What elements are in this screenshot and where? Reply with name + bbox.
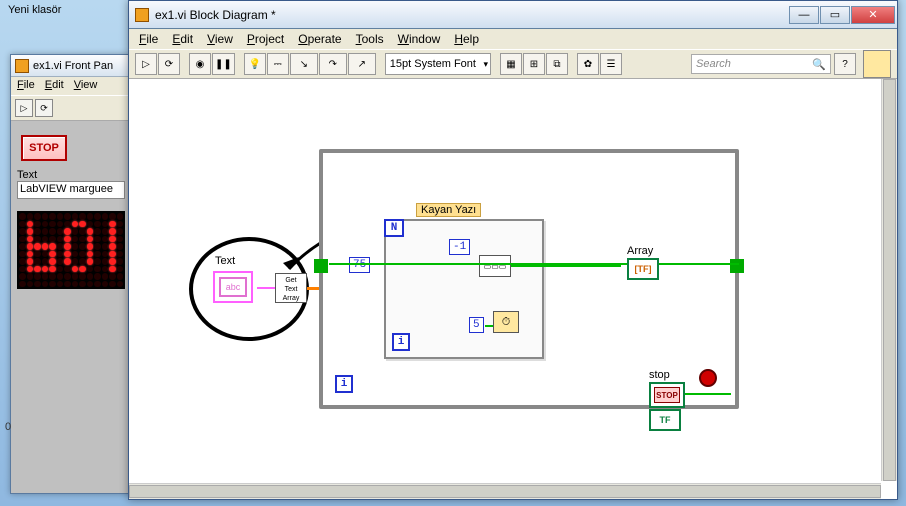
wire [685,393,731,395]
bd-menu-tools[interactable]: Tools [356,32,384,46]
step-out-button[interactable]: ↗ [348,53,376,75]
align-button[interactable]: ▦ [500,53,522,75]
fp-title: ex1.vi Front Pan [33,60,113,72]
cleanup-button[interactable]: ✿ [577,53,599,75]
run-button[interactable]: ▷ [135,53,157,75]
abort-button[interactable]: ◉ [189,53,211,75]
fp-axis-tick: 0 [5,421,11,433]
fp-body: STOP Text LabVIEW marguee [11,121,129,493]
for-N-terminal[interactable]: N [384,219,404,237]
array-indicator-label: Array [627,245,659,257]
highlight-exec-button[interactable]: 💡 [244,53,266,75]
string-terminal: abc [219,277,247,297]
fp-toolbar: ▷ ⟳ [11,95,129,121]
constant-5[interactable]: 5 [469,317,484,333]
minimize-button[interactable]: — [789,6,819,24]
wait-ms-function[interactable]: ⏱ [493,311,519,333]
for-iteration-terminal[interactable]: i [392,333,410,351]
retain-wire-button[interactable]: ⎓ [267,53,289,75]
while-iteration-terminal[interactable]: i [335,375,353,393]
bd-title: ex1.vi Block Diagram * [155,8,276,22]
vertical-scrollbar[interactable] [881,79,897,481]
pause-button[interactable]: ❚❚ [212,53,235,75]
bd-menubar: File Edit View Project Operate Tools Win… [129,29,897,49]
constant-neg1[interactable]: -1 [449,239,470,255]
stop-control[interactable]: stop STOP TF [649,369,685,431]
run-cont-button[interactable]: ⟳ [35,99,53,117]
reorder2-button[interactable]: ☰ [600,53,622,75]
loop-tunnel-left[interactable] [314,259,328,273]
get-text-array-subvi[interactable]: Get Text Array [275,273,307,303]
bd-toolbar: ▷ ⟳ ◉ ❚❚ 💡 ⎓ ↘ ↷ ↗ 15pt System Font ▦ ⊞ … [129,49,897,79]
bd-menu-view[interactable]: View [207,32,233,46]
bd-menu-file[interactable]: File [139,32,158,46]
stop-terminal-type: TF [649,409,681,431]
constant-75[interactable]: 75 [349,257,370,273]
fp-text-input[interactable]: LabVIEW marguee [17,181,125,199]
wire [369,263,383,265]
block-diagram-window: ex1.vi Block Diagram * — ▭ ✕ File Edit V… [128,0,898,500]
array-indicator[interactable]: Array [TF] [627,245,659,280]
bd-menu-edit[interactable]: Edit [172,32,193,46]
bd-titlebar[interactable]: ex1.vi Block Diagram * — ▭ ✕ [129,1,897,29]
bd-canvas[interactable]: insert while loop Text abc Get Text Arra… [129,79,897,481]
stop-button-graphic: STOP [654,387,680,403]
step-over-button[interactable]: ↷ [319,53,347,75]
vi-connector-icon[interactable] [863,50,891,78]
rotate-array-function[interactable]: ▭▭▭ [479,255,511,277]
fp-titlebar[interactable]: ex1.vi Front Pan [11,55,129,77]
run-cont-button[interactable]: ⟳ [158,53,180,75]
scrollbar-thumb[interactable] [129,485,881,498]
wire [485,325,493,327]
run-button[interactable]: ▷ [15,99,33,117]
wire [511,265,621,267]
stop-control-label: stop [649,369,685,381]
bd-menu-project[interactable]: Project [247,32,284,46]
help-button[interactable]: ? [834,53,856,75]
close-button[interactable]: ✕ [851,6,895,24]
scrollbar-thumb[interactable] [883,79,896,481]
labview-vi-icon [15,59,29,73]
loop-tunnel-right[interactable] [730,259,744,273]
while-stop-terminal[interactable] [699,369,717,387]
for-loop-label: Kayan Yazı [416,203,481,217]
distribute-button[interactable]: ⊞ [523,53,545,75]
fp-menu-file[interactable]: File [17,79,35,93]
text-control-terminal[interactable]: abc [213,271,253,303]
fp-menubar: File Edit View [11,77,129,95]
font-selector[interactable]: 15pt System Font [385,53,491,75]
maximize-button[interactable]: ▭ [820,6,850,24]
array-indicator-terminal: [TF] [627,258,659,280]
bd-menu-window[interactable]: Window [398,32,441,46]
reorder-button[interactable]: ⧉ [546,53,568,75]
front-panel-window: ex1.vi Front Pan File Edit View ▷ ⟳ STOP… [10,54,130,494]
fp-menu-view[interactable]: View [74,79,98,93]
search-icon: 🔍 [812,58,826,71]
search-placeholder: Search [696,58,731,70]
bd-menu-operate[interactable]: Operate [298,32,341,46]
step-into-button[interactable]: ↘ [290,53,318,75]
desktop-folder-label: Yeni klasör [8,4,61,16]
text-control-label: Text [215,255,235,267]
fp-text-label: Text [17,169,123,181]
wire [257,287,275,289]
wire [307,287,319,290]
search-input[interactable]: Search 🔍 [691,54,831,74]
bd-menu-help[interactable]: Help [454,32,479,46]
fp-stop-button[interactable]: STOP [21,135,67,161]
led-matrix-indicator [17,211,125,289]
fp-menu-edit[interactable]: Edit [45,79,64,93]
horizontal-scrollbar[interactable] [129,483,881,499]
labview-vi-icon [135,8,149,22]
